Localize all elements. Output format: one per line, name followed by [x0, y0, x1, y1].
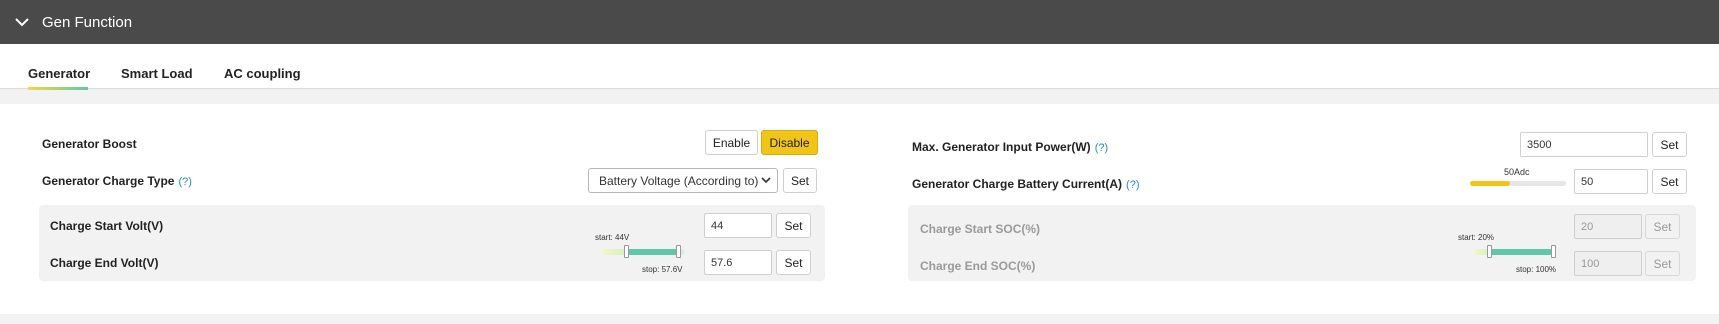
charge-battery-current-label: Generator Charge Battery Current(A) (?): [912, 177, 1140, 191]
max-generator-input-power-label: Max. Generator Input Power(W) (?): [912, 140, 1109, 154]
current-bar-fill: [1470, 181, 1511, 186]
soc-slider-start-handle[interactable]: [1487, 245, 1493, 258]
charge-end-soc-label: Charge End SOC(%): [920, 259, 1036, 273]
soc-slider-stop-handle[interactable]: [1550, 245, 1556, 258]
enable-button[interactable]: Enable: [705, 130, 758, 155]
charge-start-soc-label: Charge Start SOC(%): [920, 222, 1041, 236]
max-power-set-button[interactable]: Set: [1652, 132, 1687, 157]
charge-end-soc-set-button[interactable]: Set: [1645, 251, 1680, 276]
generator-panel: Generator Boost Enable Disable Generator…: [0, 104, 1719, 314]
help-icon[interactable]: (?): [1126, 179, 1139, 191]
slider-stop-handle[interactable]: [675, 245, 681, 258]
help-icon[interactable]: (?): [178, 176, 191, 188]
charge-end-volt-label: Charge End Volt(V): [50, 256, 159, 270]
charge-start-volt-set-button[interactable]: Set: [776, 213, 811, 238]
section-header[interactable]: Gen Function: [0, 0, 1719, 44]
generator-charge-type-label: Generator Charge Type (?): [42, 174, 192, 188]
charge-type-set-button[interactable]: Set: [783, 168, 817, 193]
section-title: Gen Function: [42, 13, 133, 31]
active-tab-indicator: [28, 87, 88, 90]
slider-stop-text: stop: 57.6V: [642, 265, 683, 274]
charge-current-input[interactable]: 50: [1574, 169, 1648, 194]
charge-start-volt-label: Charge Start Volt(V): [50, 219, 164, 233]
soc-slider-start-text: start: 20%: [1458, 233, 1495, 242]
slider-start-handle[interactable]: [624, 245, 630, 258]
tab-bar: Generator Smart Load AC coupling: [0, 44, 1719, 90]
current-bar-text: 50Adc: [1504, 167, 1530, 177]
help-icon[interactable]: (?): [1095, 142, 1108, 154]
charge-start-volt-input[interactable]: 44: [704, 213, 772, 238]
chevron-down-icon[interactable]: [14, 14, 30, 30]
tab-generator[interactable]: Generator: [28, 66, 90, 81]
tab-ac-coupling[interactable]: AC coupling: [224, 66, 301, 81]
soc-range-track[interactable]: [1474, 249, 1553, 255]
generator-boost-label: Generator Boost: [42, 137, 137, 151]
tab-smart-load[interactable]: Smart Load: [121, 66, 193, 81]
volt-range-track[interactable]: [602, 249, 685, 255]
charge-end-soc-input[interactable]: 100: [1574, 251, 1642, 276]
charge-type-value: Battery Voltage (According to): [599, 173, 759, 188]
slider-start-text: start: 44V: [595, 233, 630, 242]
soc-slider-stop-text: stop: 100%: [1516, 265, 1557, 274]
charge-type-select[interactable]: Battery Voltage (According to): [588, 168, 778, 193]
charge-end-volt-input[interactable]: 57.6: [704, 250, 772, 275]
max-power-input[interactable]: 3500: [1520, 132, 1648, 157]
charge-start-soc-input[interactable]: 20: [1574, 214, 1642, 239]
charge-start-soc-set-button[interactable]: Set: [1645, 214, 1680, 239]
charge-current-set-button[interactable]: Set: [1652, 169, 1687, 194]
disable-button[interactable]: Disable: [761, 130, 818, 155]
charge-end-volt-set-button[interactable]: Set: [776, 250, 811, 275]
chevron-down-icon: [761, 174, 771, 189]
